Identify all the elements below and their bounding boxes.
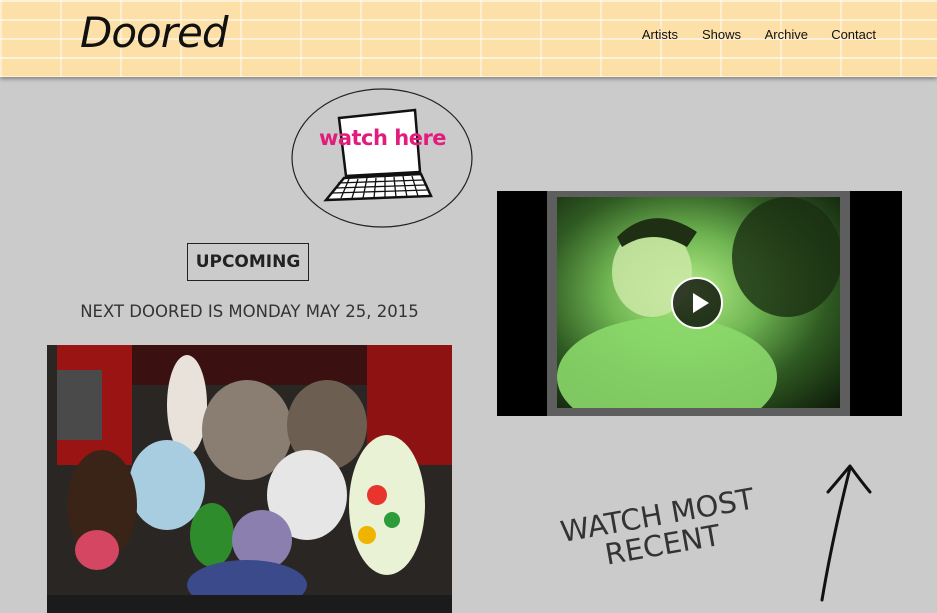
watch-most-recent-label: WATCH MOST RECENT <box>557 481 757 572</box>
site-logo[interactable]: Doored <box>80 8 229 57</box>
next-event-text: NEXT DOORED IS MONDAY MAY 25, 2015 <box>80 302 419 321</box>
watch-here-badge[interactable]: watch here <box>291 88 474 229</box>
event-photo-image <box>47 345 452 613</box>
nav-artists[interactable]: Artists <box>642 27 678 42</box>
nav-shows[interactable]: Shows <box>702 27 741 42</box>
watch-here-label: watch here <box>318 126 447 150</box>
nav-contact[interactable]: Contact <box>831 27 876 42</box>
play-icon[interactable] <box>671 277 723 329</box>
upcoming-button[interactable]: UPCOMING <box>187 243 309 281</box>
video-player[interactable] <box>497 191 902 416</box>
site-header: Doored Artists Shows Archive Contact <box>0 0 937 77</box>
arrow-up-icon <box>820 464 872 602</box>
nav-archive[interactable]: Archive <box>765 27 808 42</box>
event-photo <box>47 345 452 613</box>
laptop-icon <box>291 88 473 228</box>
